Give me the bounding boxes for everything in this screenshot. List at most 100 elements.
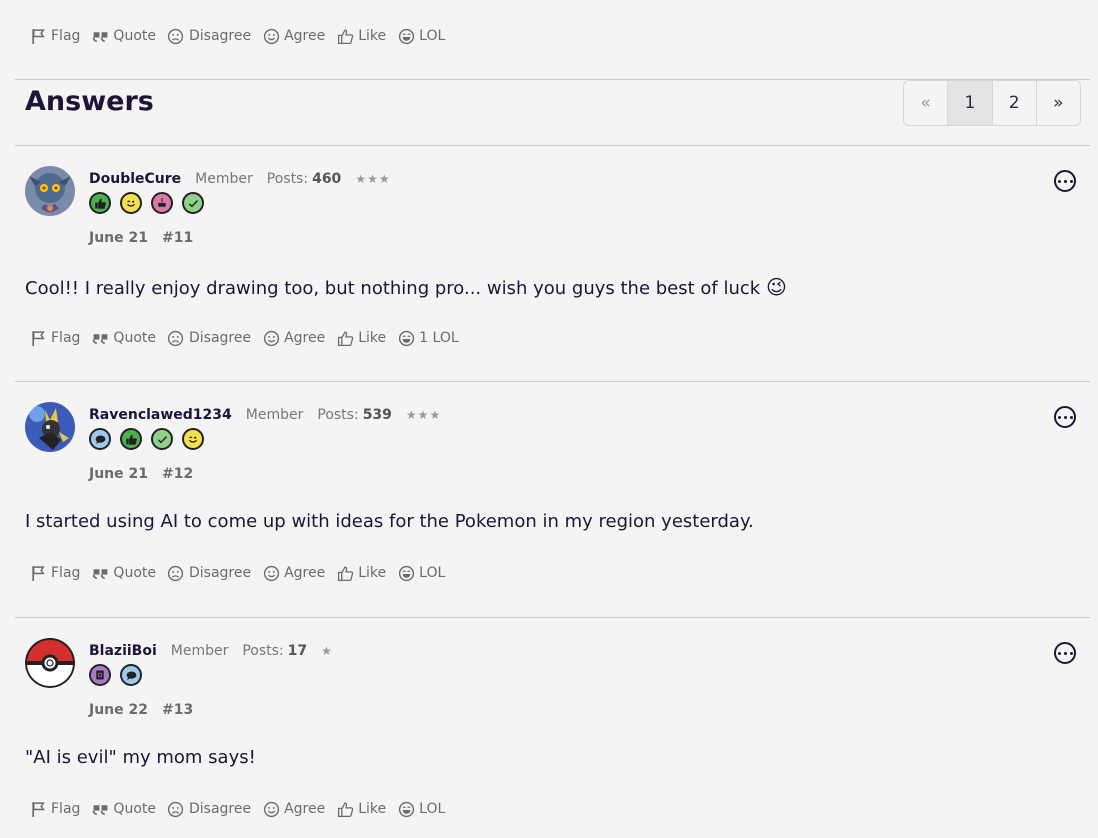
lol-button[interactable]: 1 LOL <box>397 329 459 347</box>
disagree-label: Disagree <box>188 330 252 346</box>
post-number[interactable]: #11 <box>162 230 193 246</box>
posts-label: Posts: <box>317 407 359 423</box>
post-text: "AI is evil" my mom says! <box>25 747 256 768</box>
flag-icon <box>29 564 47 582</box>
speech-badge-icon[interactable] <box>89 428 111 450</box>
posts-count: 539 <box>362 407 392 423</box>
post-number[interactable]: #12 <box>162 466 193 482</box>
more-options-icon[interactable] <box>1054 406 1076 428</box>
smile-icon <box>262 329 280 347</box>
rank-stars: ★★★ <box>405 408 442 422</box>
post-actions: Flag Quote Disagree Agree Like LOL <box>29 800 456 818</box>
avatar[interactable] <box>25 166 75 216</box>
flag-button[interactable]: Flag <box>29 800 80 818</box>
date-link[interactable]: June 21 <box>89 230 148 246</box>
like-button[interactable]: Like <box>336 800 386 818</box>
posts-label: Posts: <box>266 171 309 187</box>
post-actions: Flag Quote Disagree Agree Like LOL <box>29 564 456 582</box>
avatar[interactable] <box>25 402 75 452</box>
date-link[interactable]: June 22 <box>89 702 148 718</box>
like-button[interactable]: Like <box>336 329 386 347</box>
quote-icon <box>91 564 109 582</box>
cake-badge-icon[interactable] <box>151 192 173 214</box>
divider <box>15 145 1090 146</box>
frown-icon <box>167 27 185 45</box>
badge-list <box>89 428 213 450</box>
laugh-icon <box>397 564 415 582</box>
lol-button[interactable]: LOL <box>397 27 445 45</box>
agree-button[interactable]: Agree <box>262 800 325 818</box>
laugh-icon <box>397 27 415 45</box>
wink-badge-icon[interactable] <box>120 192 142 214</box>
lol-label: LOL <box>419 801 446 817</box>
flag-button[interactable]: Flag <box>29 27 80 45</box>
post-meta: DoubleCure Member Posts: 460 ★★★ <box>89 171 391 187</box>
post-text: Cool!! I really enjoy drawing too, but n… <box>25 278 761 299</box>
post-meta: BlaziiBoi Member Posts: 17 ★ <box>89 643 333 659</box>
like-button[interactable]: Like <box>336 27 386 45</box>
quote-label: Quote <box>113 330 156 346</box>
thumbs-up-badge-icon[interactable] <box>89 192 111 214</box>
quote-label: Quote <box>113 28 156 44</box>
flag-button[interactable]: Flag <box>29 564 80 582</box>
posts-count: 460 <box>312 171 342 187</box>
wink-emoji-icon: 😉 <box>765 275 787 299</box>
lol-button[interactable]: LOL <box>397 800 445 818</box>
disagree-button[interactable]: Disagree <box>167 564 251 582</box>
flag-icon <box>29 329 47 347</box>
more-options-icon[interactable] <box>1054 170 1076 192</box>
frown-icon <box>167 800 185 818</box>
like-label: Like <box>358 801 387 817</box>
post-actions-top: Flag Quote Disagree Agree Like LOL <box>29 27 456 45</box>
flag-icon <box>29 27 47 45</box>
flag-label: Flag <box>51 28 81 44</box>
posts-count: 17 <box>287 643 308 659</box>
thumbs-up-badge-icon[interactable] <box>120 428 142 450</box>
at-badge-icon[interactable] <box>89 664 111 686</box>
post-body: I started using AI to come up with ideas… <box>25 511 754 532</box>
frown-icon <box>167 564 185 582</box>
smile-icon <box>262 27 280 45</box>
lol-button[interactable]: LOL <box>397 564 445 582</box>
user-role: Member <box>195 171 253 187</box>
quote-button[interactable]: Quote <box>91 329 156 347</box>
quote-button[interactable]: Quote <box>91 564 156 582</box>
avatar[interactable] <box>25 638 75 688</box>
thumbs-up-icon <box>336 800 354 818</box>
check-badge-icon[interactable] <box>182 192 204 214</box>
rank-stars: ★★★ <box>355 172 391 186</box>
like-button[interactable]: Like <box>336 564 386 582</box>
quote-button[interactable]: Quote <box>91 27 156 45</box>
username[interactable]: BlaziiBoi <box>89 643 157 659</box>
post-text: I started using AI to come up with ideas… <box>25 511 754 532</box>
user-role: Member <box>170 643 229 659</box>
speech-badge-icon[interactable] <box>120 664 142 686</box>
pagination-next[interactable]: » <box>1037 81 1080 125</box>
agree-button[interactable]: Agree <box>262 564 325 582</box>
post-meta: Ravenclawed1234 Member Posts: 539 ★★★ <box>89 407 441 423</box>
agree-button[interactable]: Agree <box>262 27 325 45</box>
agree-button[interactable]: Agree <box>262 329 325 347</box>
more-options-icon[interactable] <box>1054 642 1076 664</box>
user-role: Member <box>245 407 304 423</box>
quote-label: Quote <box>113 801 156 817</box>
quote-button[interactable]: Quote <box>91 800 156 818</box>
username[interactable]: Ravenclawed1234 <box>89 407 232 423</box>
divider <box>15 617 1090 618</box>
post-date: June 22 #13 <box>89 702 193 718</box>
flag-button[interactable]: Flag <box>29 329 80 347</box>
frown-icon <box>167 329 185 347</box>
username[interactable]: DoubleCure <box>89 171 181 187</box>
pagination-prev[interactable]: « <box>904 81 949 125</box>
wink-badge-icon[interactable] <box>182 428 204 450</box>
pagination-page-1[interactable]: 1 <box>948 81 993 125</box>
check-badge-icon[interactable] <box>151 428 173 450</box>
post-number[interactable]: #13 <box>162 702 193 718</box>
pagination-page-2[interactable]: 2 <box>993 81 1037 125</box>
disagree-button[interactable]: Disagree <box>167 27 251 45</box>
divider <box>15 381 1090 382</box>
quote-icon <box>91 800 109 818</box>
disagree-button[interactable]: Disagree <box>167 800 251 818</box>
disagree-button[interactable]: Disagree <box>167 329 251 347</box>
date-link[interactable]: June 21 <box>89 466 148 482</box>
